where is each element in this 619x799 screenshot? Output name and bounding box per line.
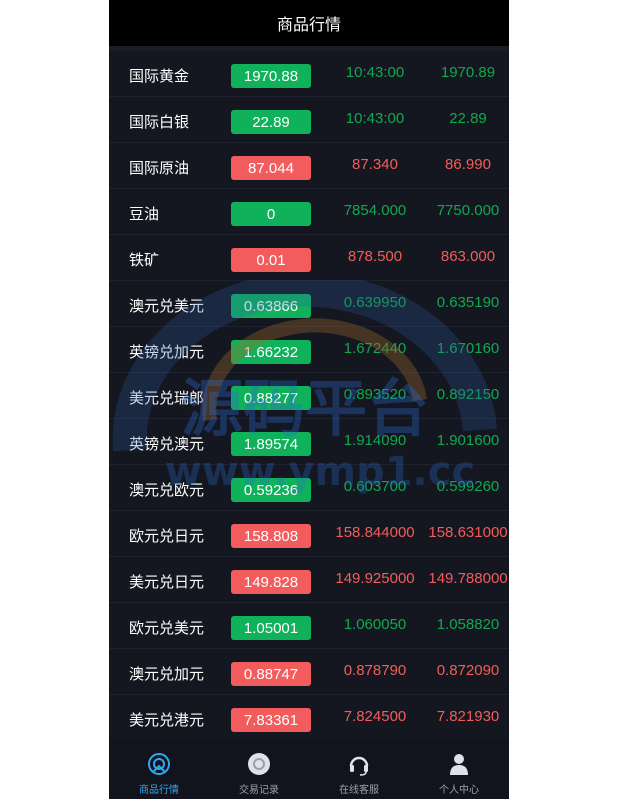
tab-support[interactable]: 在线客服	[309, 740, 409, 799]
quote-col2: 7750.000	[436, 202, 500, 219]
quote-col1: 158.844000	[335, 524, 415, 541]
quote-row[interactable]: 美元兑日元 149.828 149.925000 149.788000	[109, 557, 509, 603]
quote-row[interactable]: 英镑兑加元 1.66232 1.672440 1.670160	[109, 327, 509, 373]
quote-col2: 0.635190	[436, 294, 500, 311]
quote-col1: 0.639950	[343, 294, 407, 311]
price-badge: 1.89574	[231, 432, 311, 456]
quote-name: 欧元兑美元	[129, 620, 205, 637]
price-badge: 0.88277	[231, 386, 311, 410]
quote-col2: 22.89	[449, 110, 487, 127]
quote-col2: 0.599260	[436, 478, 500, 495]
quote-col1: 7.824500	[343, 708, 407, 725]
quote-name: 国际原油	[129, 160, 190, 177]
quote-name: 澳元兑美元	[129, 298, 205, 315]
quote-col1: 878.500	[347, 248, 403, 265]
price-badge: 149.828	[231, 570, 311, 594]
quote-col2: 149.788000	[428, 570, 508, 587]
quote-name: 英镑兑加元	[129, 344, 205, 361]
quote-row[interactable]: 澳元兑加元 0.88747 0.878790 0.872090	[109, 649, 509, 695]
price-badge: 7.83361	[231, 708, 311, 732]
price-badge: 0.88747	[231, 662, 311, 686]
quote-name: 英镑兑澳元	[129, 436, 205, 453]
quote-row[interactable]: 铁矿 0.01 878.500 863.000	[109, 235, 509, 281]
tab-label: 交易记录	[239, 785, 279, 796]
tab-records[interactable]: 交易记录	[209, 740, 309, 799]
quote-row[interactable]: 英镑兑澳元 1.89574 1.914090 1.901600	[109, 419, 509, 465]
quote-col2: 1970.89	[440, 64, 496, 81]
quote-row[interactable]: 美元兑港元 7.83361 7.824500 7.821930	[109, 695, 509, 741]
price-badge: 1970.88	[231, 64, 311, 88]
quote-row[interactable]: 国际白银 22.89 10:43:00 22.89	[109, 97, 509, 143]
page-header: 商品行情	[109, 0, 509, 46]
price-badge: 0.59236	[231, 478, 311, 502]
quote-row[interactable]: 欧元兑美元 1.05001 1.060050 1.058820	[109, 603, 509, 649]
quote-name: 美元兑日元	[129, 574, 205, 591]
records-icon	[246, 751, 272, 777]
quote-col1: 0.603700	[343, 478, 407, 495]
quote-col2: 1.670160	[436, 340, 500, 357]
price-badge: 0	[231, 202, 311, 226]
quote-name: 澳元兑加元	[129, 666, 205, 683]
quote-row[interactable]: 欧元兑日元 158.808 158.844000 158.631000	[109, 511, 509, 557]
quote-col1: 0.893520	[343, 386, 407, 403]
tab-label: 个人中心	[439, 785, 479, 796]
price-badge: 158.808	[231, 524, 311, 548]
tab-market[interactable]: 商品行情	[109, 740, 209, 799]
price-badge: 1.05001	[231, 616, 311, 640]
quote-row[interactable]: 澳元兑欧元 0.59236 0.603700 0.599260	[109, 465, 509, 511]
quote-name: 美元兑港元	[129, 712, 205, 729]
quote-col1: 7854.000	[343, 202, 407, 219]
quote-row[interactable]: 国际原油 87.044 87.340 86.990	[109, 143, 509, 189]
quote-name: 澳元兑欧元	[129, 482, 205, 499]
quote-col2: 7.821930	[436, 708, 500, 725]
quote-col1: 10:43:00	[345, 110, 405, 127]
quote-row[interactable]: 澳元兑美元 0.63866 0.639950 0.635190	[109, 281, 509, 327]
tab-label: 在线客服	[339, 785, 379, 796]
quote-row[interactable]: 美元兑瑞郎 0.88277 0.893520 0.892150	[109, 373, 509, 419]
price-badge: 87.044	[231, 156, 311, 180]
quote-col2: 863.000	[440, 248, 496, 265]
user-icon	[446, 751, 472, 777]
quote-col1: 0.878790	[343, 662, 407, 679]
quote-col1: 10:43:00	[345, 64, 405, 81]
quote-col2: 86.990	[445, 156, 491, 173]
quote-col1: 1.060050	[343, 616, 407, 633]
tab-profile[interactable]: 个人中心	[409, 740, 509, 799]
quote-name: 欧元兑日元	[129, 528, 205, 545]
quote-name: 美元兑瑞郎	[129, 390, 205, 407]
price-badge: 0.01	[231, 248, 311, 272]
page-title: 商品行情	[276, 17, 341, 34]
quote-col2: 1.058820	[436, 616, 500, 633]
quote-col1: 149.925000	[335, 570, 415, 587]
quote-name: 国际黄金	[129, 68, 190, 85]
price-badge: 0.63866	[231, 294, 311, 318]
quote-col1: 87.340	[352, 156, 398, 173]
quote-col2: 0.872090	[436, 662, 500, 679]
quote-list: 国际黄金 1970.88 10:43:00 1970.89 国际白银 22.89 10:43…	[109, 51, 509, 741]
bottom-tab-bar: 商品行情 交易记录 在线客服 个人中心	[109, 740, 509, 799]
quote-col1: 1.914090	[343, 432, 407, 449]
price-badge: 1.66232	[231, 340, 311, 364]
quote-row[interactable]: 豆油 0 7854.000 7750.000	[109, 189, 509, 235]
quote-col1: 1.672440	[343, 340, 407, 357]
market-icon	[146, 751, 172, 777]
quote-name: 铁矿	[129, 252, 160, 269]
quote-row[interactable]: 国际黄金 1970.88 10:43:00 1970.89	[109, 51, 509, 97]
tab-label: 商品行情	[139, 785, 179, 796]
app-screen: 商品行情 国际黄金 1970.88 10:43:00 1970.89 国际白银 22.89…	[109, 0, 509, 799]
quote-name: 豆油	[129, 206, 160, 223]
quote-col2: 158.631000	[428, 524, 508, 541]
price-badge: 22.89	[231, 110, 311, 134]
quote-col2: 1.901600	[436, 432, 500, 449]
quote-col2: 0.892150	[436, 386, 500, 403]
quote-name: 国际白银	[129, 114, 190, 131]
headset-icon	[346, 751, 372, 777]
